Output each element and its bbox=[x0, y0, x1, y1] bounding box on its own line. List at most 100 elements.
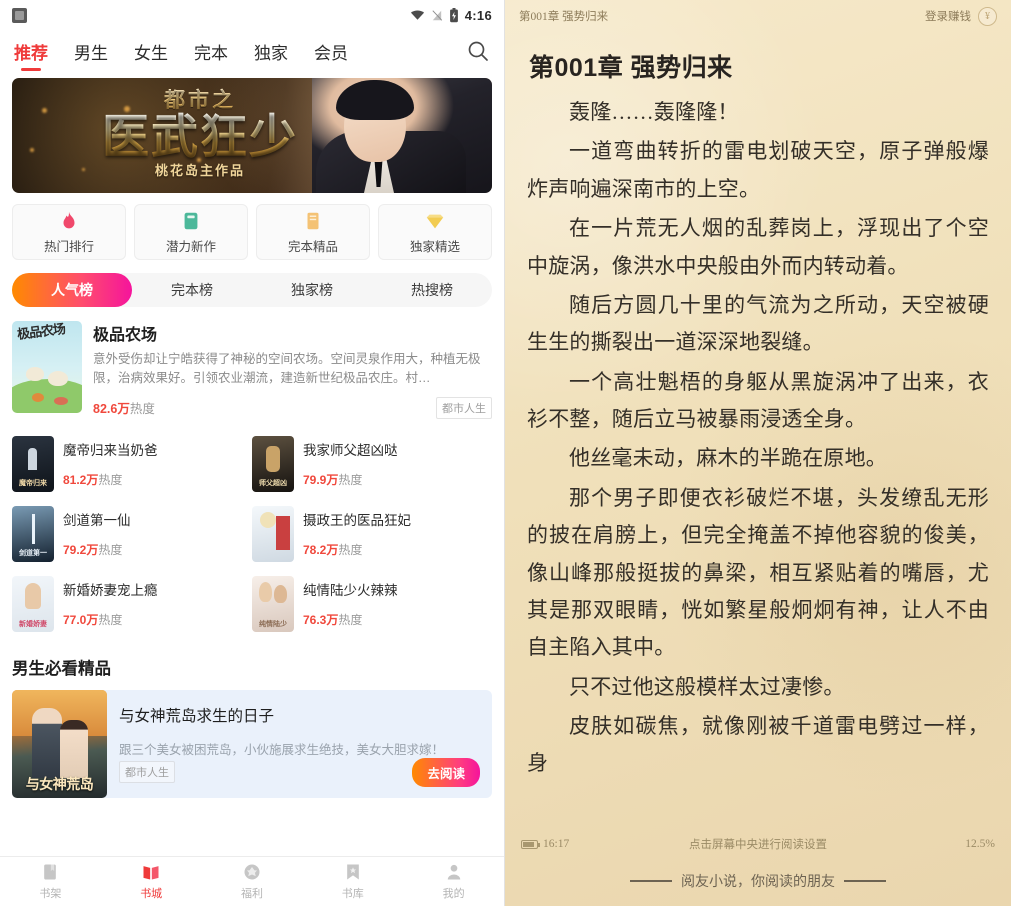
bottom-nav-label: 书城 bbox=[140, 888, 163, 900]
banner-author: 桃花岛主作品 bbox=[154, 163, 245, 179]
banner-main-title: 医武狂少 bbox=[50, 112, 350, 162]
bottom-nav-benefits[interactable]: 福利 bbox=[202, 857, 303, 906]
nav-tab-female[interactable]: 女生 bbox=[134, 39, 168, 64]
featured-cover-title: 极品农场 bbox=[16, 321, 66, 342]
quick-action-label: 热门排行 bbox=[43, 239, 94, 254]
promo-book-cover: 与女神荒岛 bbox=[12, 689, 107, 798]
chapter-content[interactable]: 轰隆……轰隆隆！ 一道弯曲转折的雷电划破天空，原子弹般爆炸声响遍深南市的上空。 … bbox=[505, 90, 1011, 832]
diamond-icon bbox=[426, 214, 444, 228]
list-item[interactable]: 魔帝归来 魔帝归来当奶爸 81.2万热度 bbox=[12, 429, 252, 499]
list-item[interactable]: 剑道第一 剑道第一仙 79.2万热度 bbox=[12, 499, 252, 569]
section-title-male-picks: 男生必看精品 bbox=[12, 659, 111, 678]
featured-book-desc: 意外受伤却让宁皓获得了神秘的空间农场。空间灵泉作用大，种植无极限，治病效果好。引… bbox=[93, 352, 481, 386]
status-bar: 4:16 bbox=[0, 0, 504, 30]
book-title: 剑道第一仙 bbox=[63, 512, 131, 528]
book-cover-text: 魔帝归来 bbox=[19, 479, 47, 487]
book-title: 魔帝归来当奶爸 bbox=[63, 442, 158, 458]
book-heat: 76.3万热度 bbox=[303, 612, 363, 627]
featured-book-cover: 极品农场 bbox=[12, 321, 82, 413]
promo-book-body: 与女神荒岛求生的日子 跟三个美女被困荒岛，小伙施展求生绝技，美女大胆求嫁！ 都市… bbox=[101, 689, 492, 798]
nav-tab-exclusive[interactable]: 独家 bbox=[254, 39, 288, 64]
bottom-nav-mine[interactable]: 我的 bbox=[403, 857, 504, 906]
divider-right bbox=[844, 880, 886, 882]
read-now-button[interactable]: 去阅读 bbox=[412, 757, 480, 787]
quick-action-exclusive-picks[interactable]: 独家精选 bbox=[378, 204, 492, 260]
paragraph: 只不过他这般模样太过凄惨。 bbox=[569, 674, 845, 699]
book-heat: 79.9万热度 bbox=[303, 472, 363, 487]
featured-tag: 都市人生 bbox=[436, 396, 492, 419]
book-cover-text: 纯情陆少 bbox=[259, 620, 287, 628]
promo-book-desc: 跟三个美女被困荒岛，小伙施展求生绝技，美女大胆求嫁！ bbox=[119, 742, 445, 757]
featured-heat: 82.6万热度 bbox=[93, 402, 155, 417]
book-heat: 78.2万热度 bbox=[303, 542, 363, 557]
book-cover bbox=[252, 505, 294, 562]
paragraph: 皮肤如碳焦，就像刚被千道雷电劈过一样，身 bbox=[527, 714, 989, 776]
reader-header-chapter: 第001章 强势归来 bbox=[519, 11, 609, 23]
bottom-nav-label: 书架 bbox=[39, 888, 62, 900]
rank-tab-popularity[interactable]: 人气榜 bbox=[12, 273, 132, 307]
battery-charging-icon bbox=[449, 7, 458, 22]
list-item[interactable]: 新婚娇妻 新婚娇妻宠上瘾 77.0万热度 bbox=[12, 569, 252, 639]
list-item[interactable]: 摄政王的医品狂妃 78.2万热度 bbox=[252, 499, 492, 569]
reader-brand-bar: 阅友小说，你阅读的朋友 bbox=[505, 856, 1011, 906]
book-cover: 新婚娇妻 bbox=[12, 575, 54, 632]
rank-tab-exclusive[interactable]: 独家榜 bbox=[252, 273, 372, 307]
quick-action-label: 独家精选 bbox=[409, 239, 460, 254]
list-item[interactable]: 纯情陆少 纯情陆少火辣辣 76.3万热度 bbox=[252, 569, 492, 639]
reader-progress: 12.5% bbox=[965, 838, 995, 850]
book-info: 纯情陆少火辣辣 76.3万热度 bbox=[303, 576, 492, 632]
nav-tab-completed[interactable]: 完本 bbox=[194, 39, 228, 64]
book-green-icon bbox=[184, 212, 198, 229]
book-title: 新婚娇妻宠上瘾 bbox=[63, 582, 158, 598]
gift-icon bbox=[244, 864, 260, 880]
bookshelf-icon bbox=[44, 864, 57, 880]
rank-tabs: 人气榜 完本榜 独家榜 热搜榜 bbox=[12, 273, 492, 307]
login-earn-label[interactable]: 登录赚钱 bbox=[925, 8, 971, 24]
promo-book-footer: 都市人生 去阅读 bbox=[119, 757, 480, 787]
book-info: 摄政王的医品狂妃 78.2万热度 bbox=[303, 506, 492, 562]
rank-tab-completed[interactable]: 完本榜 bbox=[132, 273, 252, 307]
reader-pane: 第001章 强势归来 登录赚钱 ¥ 第001章 强势归来 轰隆……轰隆隆！ 一道… bbox=[505, 0, 1011, 906]
book-cover-text: 剑道第一 bbox=[19, 549, 47, 557]
list-item[interactable]: 师父超凶 我家师父超凶哒 79.9万热度 bbox=[252, 429, 492, 499]
reader-footer-time: 16:17 bbox=[543, 838, 570, 850]
quick-action-hot-rank[interactable]: 热门排行 bbox=[12, 204, 126, 260]
quick-action-label: 潜力新作 bbox=[165, 239, 216, 254]
quick-action-new-potential[interactable]: 潜力新作 bbox=[134, 204, 248, 260]
promo-book-title: 与女神荒岛求生的日子 bbox=[119, 707, 275, 725]
quick-action-completed-premium[interactable]: 完本精品 bbox=[256, 204, 370, 260]
book-info: 魔帝归来当奶爸 81.2万热度 bbox=[63, 436, 252, 492]
bottom-nav-bookshelf[interactable]: 书架 bbox=[0, 857, 101, 906]
nav-tab-vip[interactable]: 会员 bbox=[314, 39, 348, 64]
book-info: 我家师父超凶哒 79.9万热度 bbox=[303, 436, 492, 492]
top-nav-tabs: 推荐 男生 女生 完本 独家 会员 bbox=[0, 30, 504, 72]
promo-book-card[interactable]: 与女神荒岛 与女神荒岛求生的日子 跟三个美女被困荒岛，小伙施展求生绝技，美女大胆… bbox=[12, 689, 492, 798]
nav-tab-male[interactable]: 男生 bbox=[74, 39, 108, 64]
bookstore-app-pane: 4:16 推荐 男生 女生 完本 独家 会员 都市之 医武狂少 桃花岛主作品 热… bbox=[0, 0, 505, 906]
bottom-nav-bookstore[interactable]: 书城 bbox=[101, 857, 202, 906]
book-heat: 77.0万热度 bbox=[63, 612, 123, 627]
promo-tag: 都市人生 bbox=[119, 761, 175, 784]
status-bar-right: 4:16 bbox=[410, 7, 492, 23]
promo-banner[interactable]: 都市之 医武狂少 桃花岛主作品 bbox=[12, 78, 492, 193]
nav-tab-recommend[interactable]: 推荐 bbox=[14, 39, 48, 64]
paragraph: 轰隆……轰隆隆！ bbox=[569, 100, 739, 124]
book-cover: 纯情陆少 bbox=[252, 575, 294, 632]
reader-footer: 16:17 点击屏幕中央进行阅读设置 12.5% bbox=[505, 832, 1011, 856]
brand-slogan: 阅友小说，你阅读的朋友 bbox=[681, 875, 835, 890]
wifi-icon bbox=[410, 10, 424, 20]
rank-tab-hot-search[interactable]: 热搜榜 bbox=[372, 273, 492, 307]
featured-book-item[interactable]: 极品农场 极品农场 意外受伤却让宁皓获得了神秘的空间农场。空间灵泉作用大，种植无… bbox=[12, 321, 492, 419]
book-cover: 剑道第一 bbox=[12, 505, 54, 562]
status-bar-time: 4:16 bbox=[464, 7, 492, 23]
featured-book-info: 极品农场 意外受伤却让宁皓获得了神秘的空间农场。空间灵泉作用大，种植无极限，治病… bbox=[93, 321, 492, 419]
book-cover-text: 师父超凶 bbox=[259, 479, 287, 487]
search-icon[interactable] bbox=[466, 39, 490, 63]
coin-icon[interactable]: ¥ bbox=[978, 6, 997, 26]
bottom-nav-library[interactable]: 书库 bbox=[302, 857, 403, 906]
signal-off-icon bbox=[432, 9, 442, 21]
content-scroll-area: 都市之 医武狂少 桃花岛主作品 热门排行 潜力新作 完本精品 独家精选 人气榜 … bbox=[0, 72, 504, 856]
book-heat: 79.2万热度 bbox=[63, 542, 123, 557]
book-cover: 师父超凶 bbox=[252, 435, 294, 492]
featured-book-title: 极品农场 bbox=[93, 327, 158, 344]
